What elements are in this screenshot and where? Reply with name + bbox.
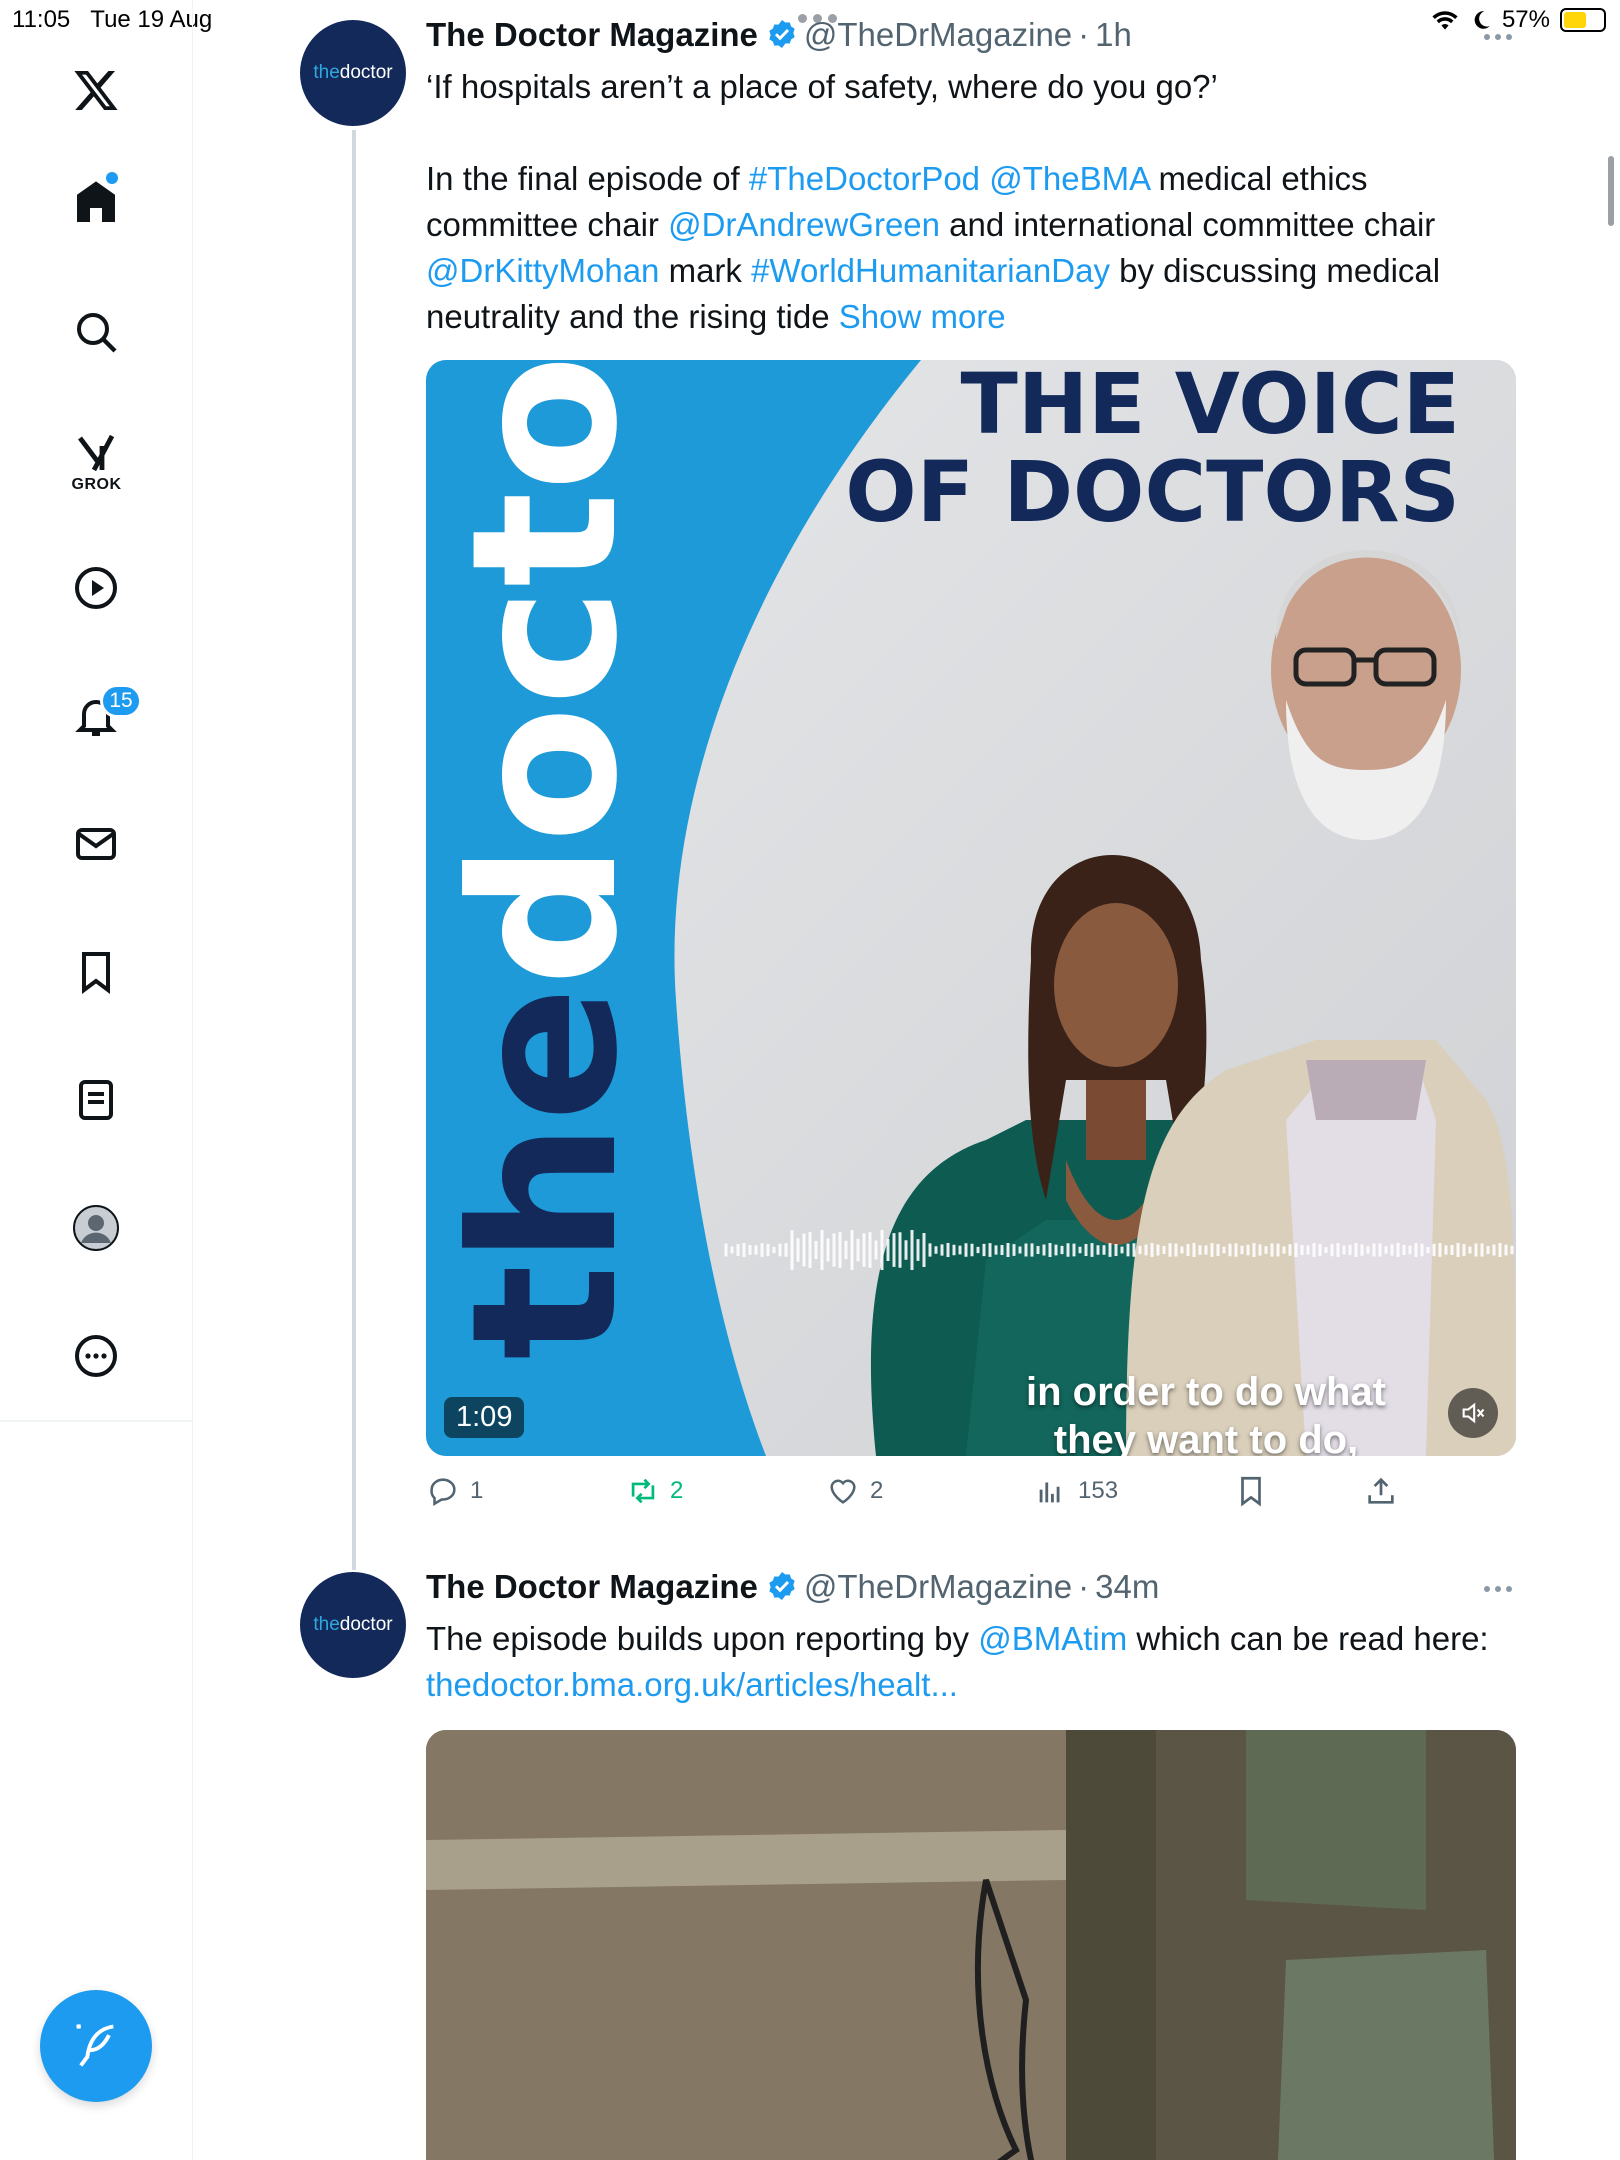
author-handle[interactable]: @TheDrMagazine — [804, 16, 1072, 54]
show-more-link[interactable]: Show more — [839, 298, 1006, 335]
scrollbar[interactable] — [1608, 156, 1614, 226]
bookmark-button[interactable] — [1234, 1474, 1268, 1508]
retweet-button[interactable]: 2 — [626, 1474, 683, 1508]
more-options-icon[interactable] — [1484, 34, 1512, 40]
wifi-icon — [1432, 11, 1458, 30]
grok-label: GROK — [71, 476, 122, 493]
tweet-header: The Doctor Magazine @TheDrMagazine · 34m — [426, 1566, 1159, 1606]
verified-badge-icon — [769, 1572, 795, 1600]
tweet-paragraph: The episode builds upon reporting by @BM… — [426, 1620, 1489, 1703]
mention-link[interactable]: @TheBMA — [989, 160, 1149, 197]
heart-icon — [830, 1479, 856, 1504]
tweet-timestamp[interactable]: 34m — [1095, 1568, 1159, 1606]
tweet-header: The Doctor Magazine @TheDrMagazine · 1h — [426, 14, 1132, 54]
share-button[interactable] — [1364, 1474, 1398, 1508]
video-icon[interactable] — [66, 558, 126, 618]
bookmark-icon — [1241, 1476, 1261, 1507]
video-caption-text: in order to do what they want to do, — [1026, 1370, 1386, 1456]
lists-icon[interactable] — [66, 1070, 126, 1130]
tweet-paragraph: In the final episode of #TheDoctorPod @T… — [426, 160, 1441, 335]
tweet-text: The episode builds upon reporting by @BM… — [426, 1616, 1516, 1708]
retweet-count: 2 — [670, 1477, 684, 1504]
speaker-muted-icon — [1462, 1402, 1485, 1424]
avatar[interactable]: the doctor — [300, 1572, 406, 1678]
separator: · — [1078, 1568, 1090, 1605]
grok-icon[interactable] — [66, 424, 126, 484]
reply-count: 1 — [470, 1477, 484, 1504]
hashtag-link[interactable]: #TheDoctorPod — [749, 160, 980, 197]
author-name[interactable]: The Doctor Magazine — [426, 16, 758, 54]
reply-button[interactable]: 1 — [426, 1474, 483, 1508]
separator: · — [1078, 16, 1090, 53]
mention-link[interactable]: @DrAndrewGreen — [668, 206, 940, 243]
mention-link[interactable]: @BMAtim — [978, 1620, 1127, 1657]
video-player[interactable]: THE VOICE OF DOCTORS thedoctor in order … — [426, 360, 1516, 1456]
hashtag-link[interactable]: #WorldHumanitarianDay — [751, 252, 1110, 289]
like-count: 2 — [870, 1477, 884, 1504]
avatar[interactable]: the doctor — [300, 20, 406, 126]
thread-connector — [352, 130, 356, 1570]
article-image-content — [426, 1730, 1516, 2160]
retweet-icon — [631, 1478, 655, 1504]
share-icon — [1368, 1477, 1394, 1504]
messages-icon[interactable] — [66, 814, 126, 874]
article-link[interactable]: thedoctor.bma.org.uk/articles/healt... — [426, 1666, 958, 1703]
sidebar: GROK 15 — [0, 0, 193, 2160]
status-indicators: 57% — [1430, 6, 1606, 34]
tweet-actions: 1 2 2 153 — [426, 1474, 1426, 1514]
compose-button[interactable] — [40, 1990, 152, 2102]
more-options-icon[interactable] — [1484, 1586, 1512, 1592]
profile-icon[interactable] — [66, 1198, 126, 1258]
search-icon[interactable] — [66, 302, 126, 362]
video-headline: THE VOICE OF DOCTORS — [845, 360, 1460, 541]
notifications-badge: 15 — [100, 684, 142, 718]
home-unread-dot — [106, 172, 118, 184]
vertical-brand: thedoctor — [429, 360, 662, 1360]
analytics-icon — [1039, 1482, 1060, 1503]
compose-icon — [76, 2024, 114, 2067]
more-icon[interactable] — [66, 1326, 126, 1386]
views-button[interactable]: 153 — [1034, 1474, 1118, 1508]
mention-link[interactable]: @DrKittyMohan — [426, 252, 659, 289]
tweet-text: ‘If hospitals aren’t a place of safety, … — [426, 64, 1516, 340]
bookmarks-icon[interactable] — [66, 942, 126, 1002]
tweet-timestamp[interactable]: 1h — [1095, 16, 1132, 54]
view-count: 153 — [1078, 1477, 1119, 1504]
battery-icon — [1560, 8, 1606, 32]
reply-icon — [430, 1478, 456, 1507]
author-name[interactable]: The Doctor Magazine — [426, 1568, 758, 1606]
article-image[interactable] — [426, 1730, 1516, 2160]
video-duration: 1:09 — [444, 1397, 525, 1438]
x-logo-icon[interactable] — [66, 60, 126, 120]
battery-percent: 57% — [1501, 6, 1550, 33]
sidebar-divider — [0, 1420, 193, 1422]
tweet-quote-line: ‘If hospitals aren’t a place of safety, … — [426, 68, 1218, 105]
verified-badge-icon — [769, 20, 795, 48]
author-handle[interactable]: @TheDrMagazine — [804, 1568, 1072, 1606]
moon-icon — [1474, 11, 1490, 29]
mute-button[interactable] — [1448, 1388, 1498, 1438]
like-button[interactable]: 2 — [826, 1474, 883, 1508]
